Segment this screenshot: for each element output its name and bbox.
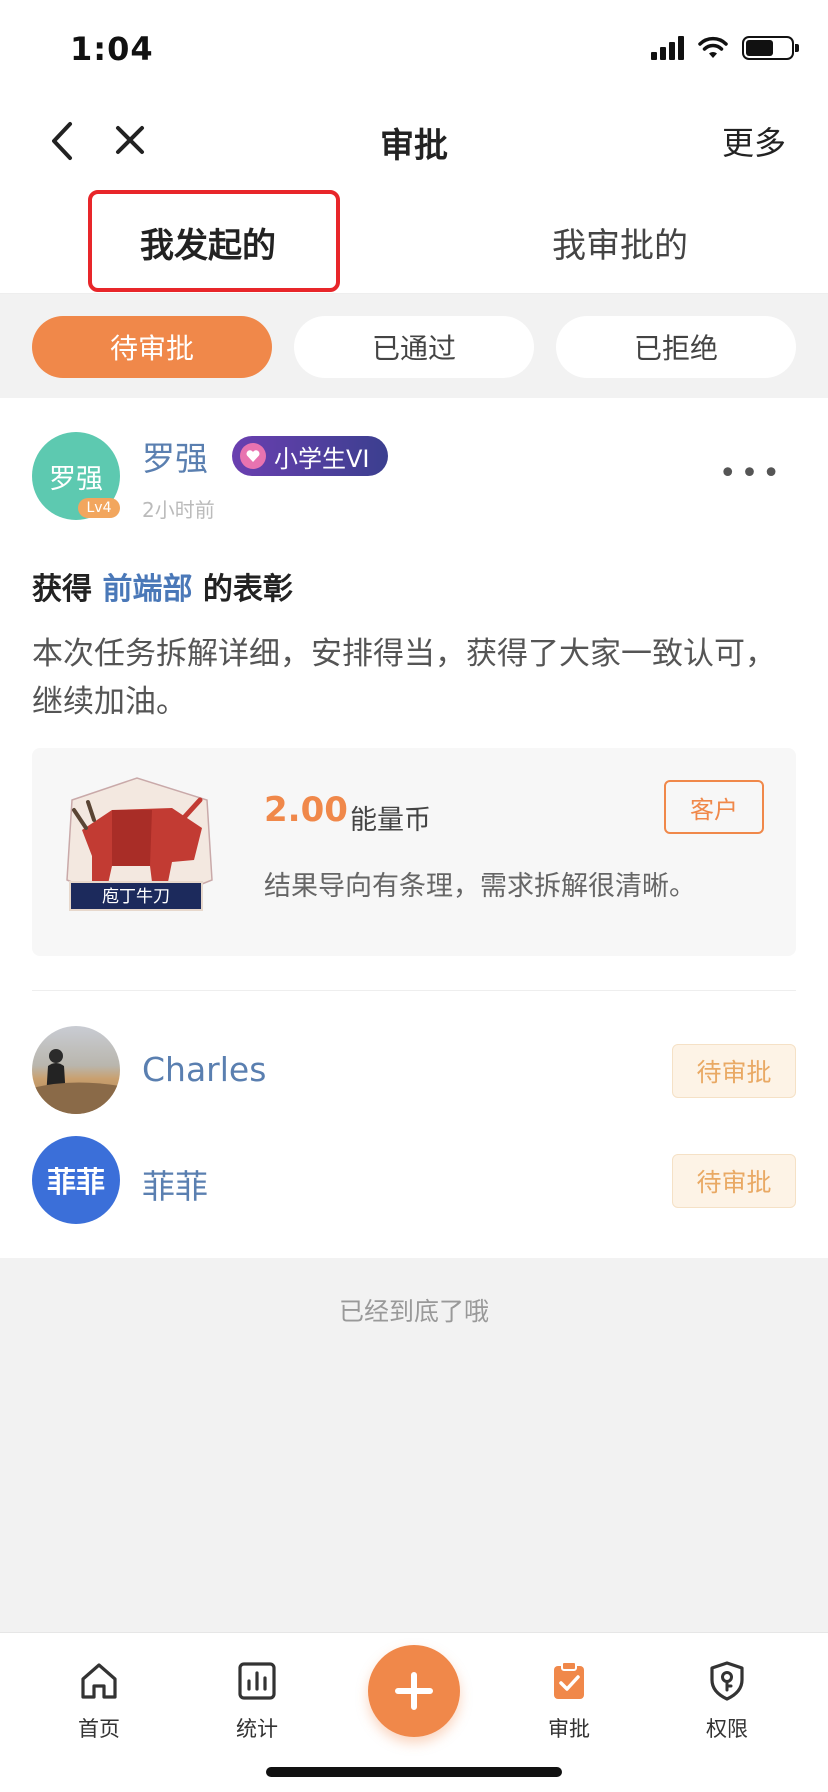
heart-gem-icon xyxy=(240,443,266,469)
tab-home-label: 首页 xyxy=(78,1717,120,1741)
filter-approved[interactable]: 已通过 xyxy=(294,316,534,378)
badge-image-label: 庖丁牛刀 xyxy=(102,887,170,907)
reward-tag: 客户 xyxy=(664,780,764,834)
nav-bar: 审批 更多 xyxy=(0,100,828,182)
praise-line: 获得 前端部 的表彰 xyxy=(32,564,293,608)
bull-knife-badge-image: 庖丁牛刀 xyxy=(66,777,213,911)
filter-rejected[interactable]: 已拒绝 xyxy=(556,316,796,378)
battery-icon xyxy=(742,36,799,60)
post-time: 2小时前 xyxy=(142,498,215,522)
tab-stats-label: 统计 xyxy=(236,1717,278,1741)
tab-home[interactable]: 首页 xyxy=(44,1659,154,1743)
reward-box[interactable]: 庖丁牛刀 2.00 能量币 客户 结果导向有条理，需求拆解很清晰。 xyxy=(32,748,796,956)
status-badge: 待审批 xyxy=(672,1154,796,1208)
approver-name[interactable]: 菲菲 xyxy=(142,1160,208,1208)
status-filter-bar: 待审批 已通过 已拒绝 xyxy=(0,294,828,398)
level-badge: Lv4 xyxy=(78,498,120,518)
tab-permissions[interactable]: 权限 xyxy=(672,1659,782,1743)
post-content: 本次任务拆解详细，安排得当，获得了大家一致认可，继续加油。 xyxy=(32,636,776,720)
more-button[interactable]: 更多 xyxy=(722,118,786,164)
wifi-icon xyxy=(698,36,728,58)
approver-row[interactable]: Charles 待审批 xyxy=(0,1026,828,1118)
tab-to-approve[interactable]: 我审批的 xyxy=(552,218,688,267)
praise-prefix: 获得 xyxy=(32,572,92,607)
tab-bar: 我发起的 我审批的 xyxy=(0,182,828,294)
add-button[interactable] xyxy=(368,1645,460,1737)
rank-badge: 小学生VI xyxy=(232,436,388,476)
plus-icon xyxy=(395,1672,433,1710)
department-link[interactable]: 前端部 xyxy=(102,572,192,607)
user-name[interactable]: 罗强 xyxy=(142,432,208,480)
cellular-signal-icon xyxy=(651,36,684,60)
reward-amount: 2.00 xyxy=(264,790,348,830)
filter-pending[interactable]: 待审批 xyxy=(32,316,272,378)
approver-photo-avatar[interactable] xyxy=(32,1026,120,1114)
tab-approval-label: 审批 xyxy=(548,1717,590,1741)
home-indicator xyxy=(266,1767,562,1777)
divider xyxy=(32,990,796,991)
approval-card: 罗强 Lv4 罗强 小学生VI 2小时前 ••• 获得 前端部 的表彰 本次任务… xyxy=(0,398,828,1258)
rank-badge-label: 小学生VI xyxy=(274,444,370,473)
status-time: 1:04 xyxy=(70,30,154,68)
status-badge: 待审批 xyxy=(672,1044,796,1098)
reward-unit: 能量币 xyxy=(350,805,431,836)
approver-row[interactable]: 菲菲 菲菲 待审批 xyxy=(0,1136,828,1228)
more-options-icon[interactable]: ••• xyxy=(719,456,784,491)
tab-approval[interactable]: 审批 xyxy=(514,1659,624,1743)
highlight-box xyxy=(88,190,340,292)
status-bar: 1:04 xyxy=(0,0,828,100)
shield-key-icon xyxy=(710,1661,744,1701)
end-of-list-text: 已经到底了哦 xyxy=(338,1297,489,1326)
stats-icon xyxy=(238,1662,276,1700)
page-title: 审批 xyxy=(380,126,448,166)
home-icon xyxy=(81,1663,117,1699)
status-icons xyxy=(651,36,799,60)
approver-name[interactable]: Charles xyxy=(142,1050,266,1089)
avatar[interactable]: 菲菲 xyxy=(32,1136,120,1224)
praise-suffix: 的表彰 xyxy=(202,572,293,607)
tab-permissions-label: 权限 xyxy=(706,1717,748,1741)
bottom-tab-bar: 首页 统计 审批 权限 xyxy=(0,1632,828,1792)
tab-stats[interactable]: 统计 xyxy=(202,1659,312,1743)
approval-clipboard-icon xyxy=(554,1661,584,1699)
reward-description: 结果导向有条理，需求拆解很清晰。 xyxy=(264,871,696,902)
